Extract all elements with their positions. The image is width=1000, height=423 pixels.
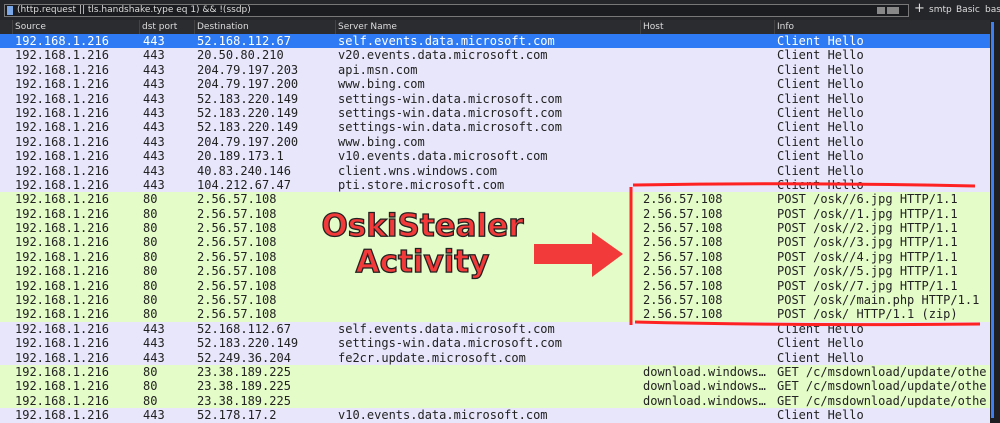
arrow-icon [534, 232, 623, 277]
annotation-label: OskiStealer Activity [300, 207, 545, 280]
annotation-line1: OskiStealer [321, 207, 524, 244]
highlight-bottom-line [634, 320, 981, 327]
annotation-line2: Activity [355, 243, 490, 280]
highlight-top-line [632, 182, 976, 188]
